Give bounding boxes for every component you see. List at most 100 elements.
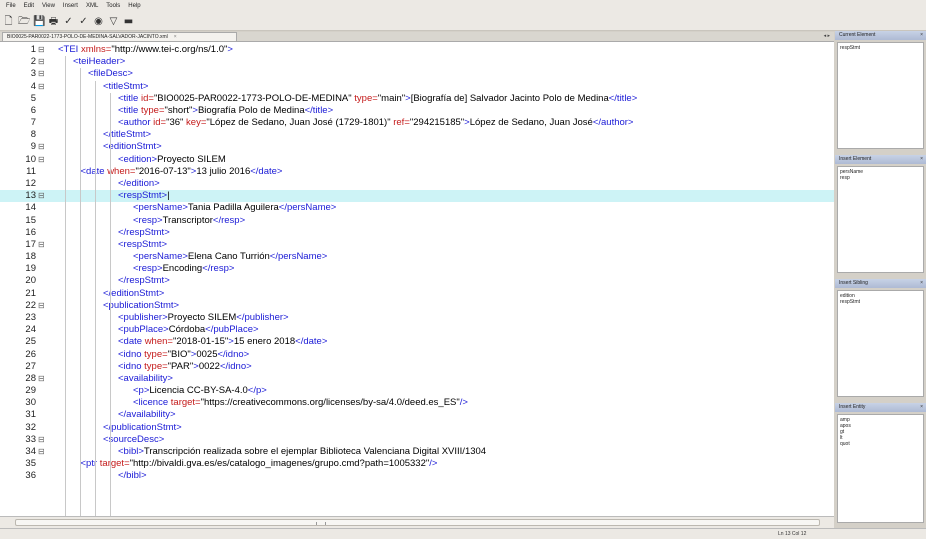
panel-list[interactable]: edition respStmt xyxy=(837,290,924,397)
line-number: 5 xyxy=(30,92,36,104)
xml-editor[interactable]: 1 ⊟ <TEI xmlns="http://www.tei-c.org/ns/1.… xyxy=(0,42,834,516)
panel-list[interactable]: respStmt xyxy=(837,42,924,149)
filter-icon[interactable]: ▽ xyxy=(108,16,119,27)
panel-title: Insert Entity × xyxy=(835,403,926,412)
code-line[interactable]: 18 <persName>Elena Cano Turrión</persName… xyxy=(0,251,834,263)
browser-icon[interactable]: ◉ xyxy=(93,16,104,27)
code-line[interactable]: 36 </bibl> xyxy=(0,470,834,482)
line-number: 36 xyxy=(25,470,36,482)
code-line[interactable]: 1 ⊟ <TEI xmlns="http://www.tei-c.org/ns/1.… xyxy=(0,44,834,56)
fold-toggle-icon[interactable]: ⊟ xyxy=(38,68,45,80)
code-line[interactable]: 30 <licence target="https://creativecommo… xyxy=(0,397,834,409)
code-line[interactable]: 26 <idno type="BIO">0025</idno> xyxy=(0,349,834,361)
fold-toggle-icon[interactable]: ⊟ xyxy=(38,154,45,166)
xml-tag: <idno xyxy=(118,348,145,360)
panel-list-item[interactable]: quot xyxy=(840,441,921,447)
fold-toggle-icon[interactable]: ⊟ xyxy=(38,300,45,312)
scrollbar-thumb[interactable] xyxy=(15,519,820,526)
xml-value: "2018-01-15" xyxy=(172,336,229,348)
code-line[interactable]: 3 ⊟ <fileDesc> xyxy=(0,68,834,80)
code-line[interactable]: 24 <pubPlace>Córdoba</pubPlace> xyxy=(0,324,834,336)
code-line[interactable]: 34 ⊟ <bibl>Transcripción realizada sobre e… xyxy=(0,446,834,458)
toolbar: 🗋 🗁 💾 🖶 ✓ ✓ ◉ ▽ ▬ xyxy=(0,12,926,31)
code-line[interactable]: 31 </availability> xyxy=(0,409,834,421)
code-line[interactable]: 25 <date when="2018-01-15">15 enero 2018<… xyxy=(0,336,834,348)
menu-item-tools[interactable]: Tools xyxy=(106,3,120,9)
check-wellformed-icon[interactable]: ✓ xyxy=(63,16,74,27)
tab-document[interactable]: BIO0025-PAR0022-1773-POLO-DE-MEDINA-SALV… xyxy=(2,32,237,41)
line-number: 30 xyxy=(25,397,36,409)
open-folder-icon[interactable]: 🗁 xyxy=(18,16,30,27)
close-panel-icon[interactable]: × xyxy=(920,403,923,412)
fold-toggle-icon[interactable]: ⊟ xyxy=(38,44,45,56)
save-icon[interactable]: 💾 xyxy=(33,16,45,27)
code-line[interactable]: 7 <author id="36" key="López de Sedano, J… xyxy=(0,117,834,129)
close-panel-icon[interactable]: × xyxy=(920,31,923,40)
menu-item-edit[interactable]: Edit xyxy=(24,3,34,9)
fold-toggle-icon[interactable]: ⊟ xyxy=(38,434,45,446)
panel-title: Current Element × xyxy=(835,31,926,40)
code-line[interactable]: 29 <p>Licencia CC-BY-SA-4.0</p> xyxy=(0,385,834,397)
code-line[interactable]: 6 <title type="short">Biografía Polo de M… xyxy=(0,105,834,117)
panel-title-text: Insert Element xyxy=(839,156,872,162)
xml-tag: </editionStmt> xyxy=(103,287,165,299)
fold-toggle-icon[interactable]: ⊟ xyxy=(38,56,45,68)
code-text: </publicationStmt> xyxy=(103,422,182,434)
code-line[interactable]: 9 ⊟ <editionStmt> xyxy=(0,141,834,153)
menu-item-view[interactable]: View xyxy=(42,3,55,9)
code-line[interactable]: 15 <resp>Transcriptor</resp> xyxy=(0,215,834,227)
code-line[interactable]: 33 ⊟ <sourceDesc> xyxy=(0,434,834,446)
code-line[interactable]: 17 ⊟ <respStmt> xyxy=(0,239,834,251)
code-line[interactable]: 13 ⊟ <respStmt>| xyxy=(0,190,834,203)
code-line[interactable]: 32 </publicationStmt> xyxy=(0,422,834,434)
menu-item-insert[interactable]: Insert xyxy=(63,3,78,9)
panel-list-item[interactable]: respStmt xyxy=(840,45,921,51)
line-number: 2 xyxy=(30,56,36,68)
fold-toggle-icon[interactable]: ⊟ xyxy=(38,190,45,202)
code-line[interactable]: 14 <persName>Tania Padilla Aguilera</pers… xyxy=(0,202,834,214)
code-line[interactable]: 23 <publisher>Proyecto SILEM</publisher> xyxy=(0,312,834,324)
new-file-icon[interactable]: 🗋 xyxy=(3,16,14,27)
code-line[interactable]: 28 ⊟ <availability> xyxy=(0,373,834,385)
fold-toggle-icon[interactable]: ⊟ xyxy=(38,141,45,153)
code-line[interactable]: 27 <idno type="PAR">0022</idno> xyxy=(0,361,834,373)
code-line[interactable]: 22 ⊟ <publicationStmt> xyxy=(0,300,834,312)
fold-toggle-icon[interactable]: ⊟ xyxy=(38,81,45,93)
code-line[interactable]: 5 <title id="BIO0025-PAR0022-1773-POLO-DE… xyxy=(0,93,834,105)
code-line[interactable]: 10 ⊟ <edition>Proyecto SILEM xyxy=(0,154,834,166)
code-line[interactable]: 4 ⊟ <titleStmt> xyxy=(0,81,834,93)
code-line[interactable]: 20 </respStmt> xyxy=(0,275,834,287)
fold-toggle-icon[interactable]: ⊟ xyxy=(38,446,45,458)
tab-scroll-controls[interactable]: ◂ ▸ xyxy=(824,32,830,41)
menu-item-help[interactable]: Help xyxy=(128,3,140,9)
close-panel-icon[interactable]: × xyxy=(920,155,923,164)
code-text: <idno type="PAR">0022</idno> xyxy=(118,361,252,373)
code-line[interactable]: 2 ⊟ <teiHeader> xyxy=(0,56,834,68)
panel-insert-entity: Insert Entity × amp apos gt lt quot xyxy=(835,403,926,525)
code-line[interactable]: 35 <ptr target="http://bivaldi.gva.es/es/… xyxy=(0,458,834,470)
code-line[interactable]: 19 <resp>Encoding</resp> xyxy=(0,263,834,275)
panel-list[interactable]: amp apos gt lt quot xyxy=(837,414,924,523)
print-icon[interactable]: 🖶 xyxy=(48,16,59,27)
validate-icon[interactable]: ✓ xyxy=(78,16,89,27)
xml-tag: </p> xyxy=(247,385,267,397)
menu-item-file[interactable]: File xyxy=(6,3,16,9)
panel-list-item[interactable]: respStmt xyxy=(840,299,921,305)
code-line[interactable]: 8 </titleStmt> xyxy=(0,129,834,141)
minus-icon[interactable]: ▬ xyxy=(123,16,134,27)
panel-list[interactable]: persName resp xyxy=(837,166,924,273)
fold-toggle-icon[interactable]: ⊟ xyxy=(38,239,45,251)
line-number: 26 xyxy=(25,348,36,360)
code-line[interactable]: 21 </editionStmt> xyxy=(0,288,834,300)
code-line[interactable]: 11 <date when="2016-07-13">13 julio 2016<… xyxy=(0,166,834,178)
close-tab-icon[interactable]: × xyxy=(174,34,177,40)
code-line[interactable]: 12 </edition> xyxy=(0,178,834,190)
panel-list-item[interactable]: resp xyxy=(840,175,921,181)
horizontal-scrollbar[interactable] xyxy=(0,516,834,528)
fold-toggle-icon[interactable]: ⊟ xyxy=(38,373,45,385)
close-panel-icon[interactable]: × xyxy=(920,279,923,288)
line-number: 22 xyxy=(25,299,36,311)
xml-value: "2016-07-13" xyxy=(135,165,191,177)
code-line[interactable]: 16 </respStmt> xyxy=(0,227,834,239)
menu-item-xml[interactable]: XML xyxy=(86,3,98,9)
